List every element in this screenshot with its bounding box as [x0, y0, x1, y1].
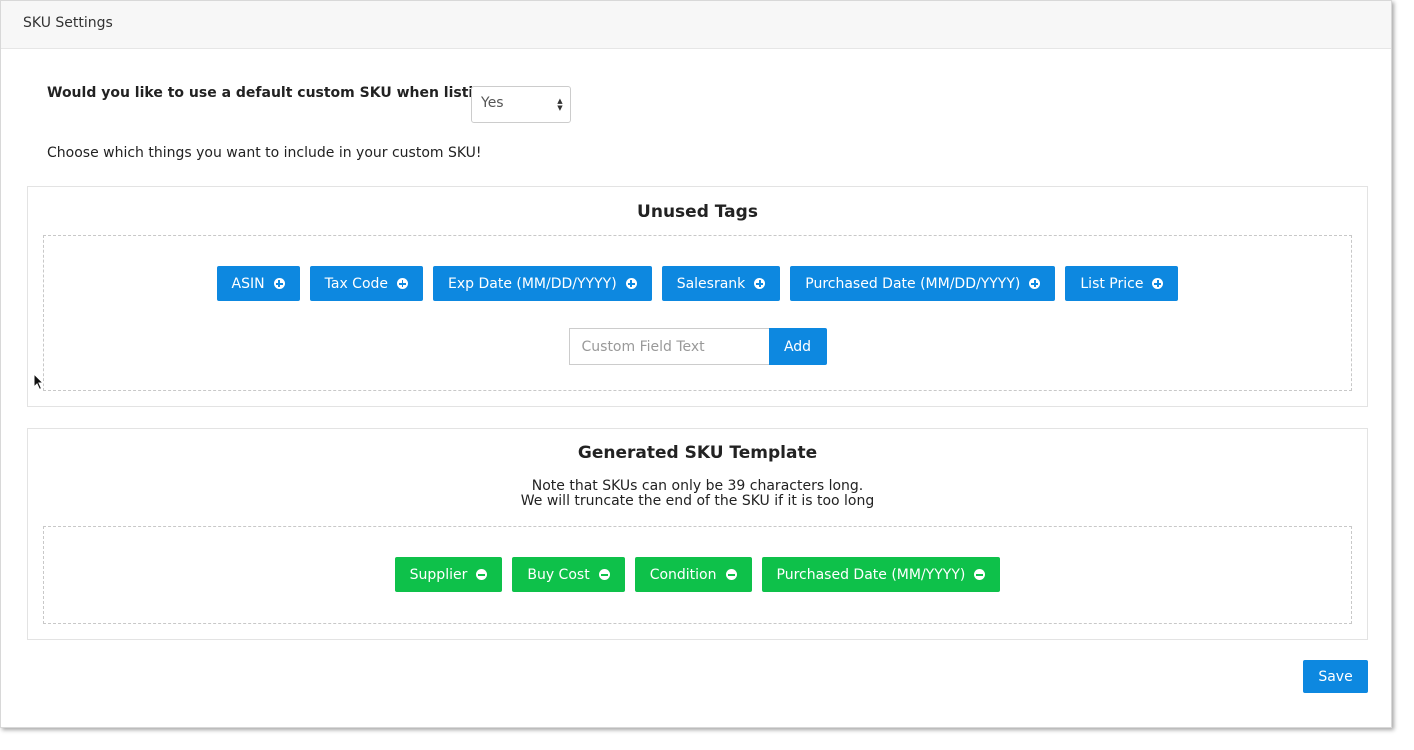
instructions-text: Choose which things you want to include …	[47, 145, 482, 161]
default-sku-question: Would you like to use a default custom S…	[47, 85, 501, 101]
sku-template-dropzone[interactable]: Supplier Buy Cost Condition Purchased Da…	[43, 526, 1352, 624]
sku-template-section: Generated SKU Template Note that SKUs ca…	[27, 428, 1368, 640]
unused-tag-purchased-date[interactable]: Purchased Date (MM/DD/YYYY)	[790, 266, 1056, 301]
unused-tag-salesrank[interactable]: Salesrank	[661, 266, 781, 301]
select-arrows-icon: ▲ ▼	[557, 97, 563, 112]
minus-circle-icon[interactable]	[476, 569, 488, 580]
sku-template-title: Generated SKU Template	[577, 443, 818, 463]
sku-length-note-line2: We will truncate the end of the SKU if i…	[520, 493, 875, 509]
unused-tags-section: Unused Tags ASIN Tax Code Exp Date (MM/D…	[27, 186, 1368, 407]
unused-tags-title: Unused Tags	[637, 202, 758, 222]
unused-tag-tax-code[interactable]: Tax Code	[309, 266, 424, 301]
minus-circle-icon[interactable]	[725, 569, 737, 580]
default-sku-select[interactable]: Yes ▲ ▼	[471, 86, 571, 123]
plus-circle-icon[interactable]	[397, 278, 409, 289]
unused-tag-asin[interactable]: ASIN	[216, 266, 300, 301]
template-tag-buy-cost[interactable]: Buy Cost	[512, 557, 625, 592]
sku-settings-panel: SKU Settings Would you like to use a def…	[0, 0, 1392, 728]
minus-circle-icon[interactable]	[974, 569, 986, 580]
custom-field-input[interactable]: Custom Field Text	[568, 328, 769, 365]
plus-circle-icon[interactable]	[625, 278, 637, 289]
unused-tag-list-price[interactable]: List Price	[1065, 266, 1179, 301]
plus-circle-icon[interactable]	[273, 278, 285, 289]
template-tag-purchased-date[interactable]: Purchased Date (MM/YYYY)	[761, 557, 1001, 592]
template-tag-condition[interactable]: Condition	[634, 557, 752, 592]
sku-length-note: Note that SKUs can only be 39 characters…	[28, 479, 1367, 509]
plus-circle-icon[interactable]	[1152, 278, 1164, 289]
plus-circle-icon[interactable]	[754, 278, 766, 289]
default-sku-question-label: Would you like to use a default custom S…	[47, 85, 502, 101]
mouse-cursor-icon	[33, 373, 45, 391]
save-button[interactable]: Save	[1303, 660, 1368, 693]
sku-length-note-line1: Note that SKUs can only be 39 characters…	[531, 478, 864, 494]
add-custom-field-button[interactable]: Add	[768, 328, 827, 365]
unused-tag-exp-date[interactable]: Exp Date (MM/DD/YYYY)	[433, 266, 652, 301]
template-tag-supplier[interactable]: Supplier	[394, 557, 503, 592]
plus-circle-icon[interactable]	[1029, 278, 1041, 289]
minus-circle-icon[interactable]	[598, 569, 610, 580]
default-sku-select-value: Yes	[481, 95, 504, 111]
unused-tags-dropzone[interactable]: ASIN Tax Code Exp Date (MM/DD/YYYY) Sale…	[43, 235, 1352, 391]
panel-title: SKU Settings	[1, 1, 1391, 49]
